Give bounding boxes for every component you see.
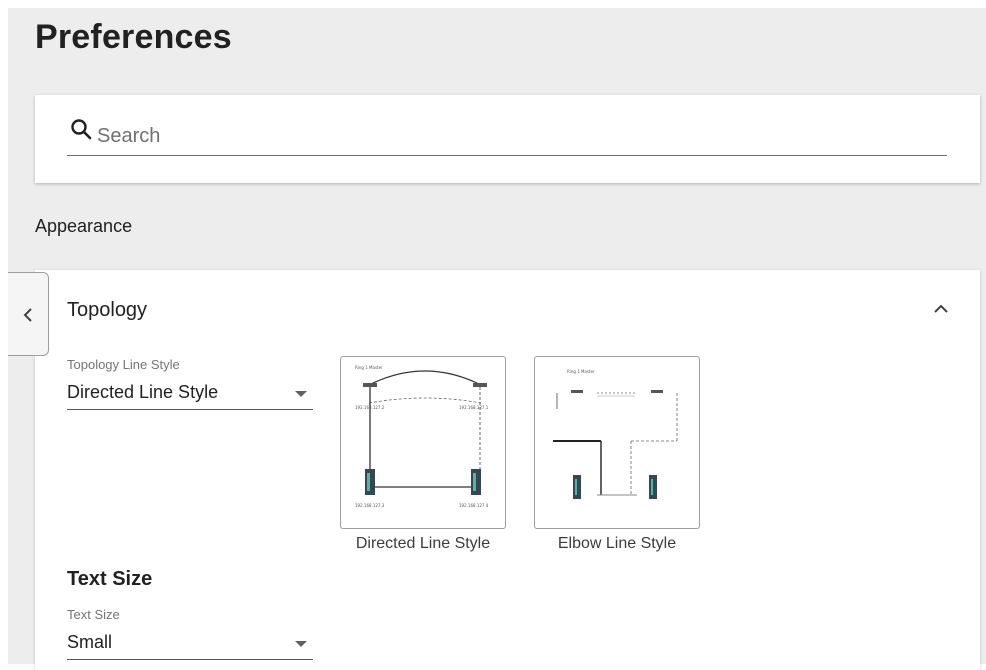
directed-line-style-label: Directed Line Style xyxy=(355,535,491,552)
svg-text:Ring 1 Master: Ring 1 Master xyxy=(355,365,383,370)
panel-collapse-toggle[interactable] xyxy=(930,300,952,316)
directed-line-style-option[interactable]: Ring 1 Master 192.168.127.2 192.168.127.… xyxy=(340,356,506,529)
topology-line-style-label: Topology Line Style xyxy=(67,357,180,372)
directed-line-style-diagram: Ring 1 Master 192.168.127.2 192.168.127.… xyxy=(355,365,489,508)
search-card xyxy=(35,95,980,183)
collapse-sidebar-button[interactable] xyxy=(8,272,49,356)
elbow-line-style-diagram: Ring 1 Master xyxy=(553,369,678,499)
caret-down-icon xyxy=(295,641,307,647)
chevron-up-icon xyxy=(934,304,948,313)
topology-line-style-value: Directed Line Style xyxy=(67,382,219,402)
appearance-heading: Appearance xyxy=(35,216,133,236)
topology-panel xyxy=(35,270,980,670)
text-size-label: Text Size xyxy=(67,607,120,622)
svg-text:192.168.127.1: 192.168.127.1 xyxy=(459,405,489,410)
search-icon xyxy=(69,117,95,143)
svg-text:192.168.127.4: 192.168.127.4 xyxy=(459,503,489,508)
topology-line-style-select[interactable]: Directed Line Style xyxy=(67,380,313,410)
svg-text:192.168.127.2: 192.168.127.2 xyxy=(355,405,385,410)
text-size-value: Small xyxy=(67,632,113,652)
chevron-left-icon xyxy=(23,308,32,322)
svg-text:192.168.127.3: 192.168.127.3 xyxy=(355,503,385,508)
svg-text:Ring 1 Master: Ring 1 Master xyxy=(567,369,595,374)
page-title: Preferences xyxy=(35,18,232,56)
search-field xyxy=(67,117,947,156)
text-size-select[interactable]: Small xyxy=(67,630,313,660)
search-input[interactable] xyxy=(97,124,917,148)
elbow-line-style-label: Elbow Line Style xyxy=(557,535,677,552)
topology-panel-title: Topology xyxy=(67,299,148,321)
text-size-heading: Text Size xyxy=(67,568,153,590)
caret-down-icon xyxy=(295,391,307,397)
elbow-line-style-option[interactable]: Ring 1 Master xyxy=(534,356,700,529)
